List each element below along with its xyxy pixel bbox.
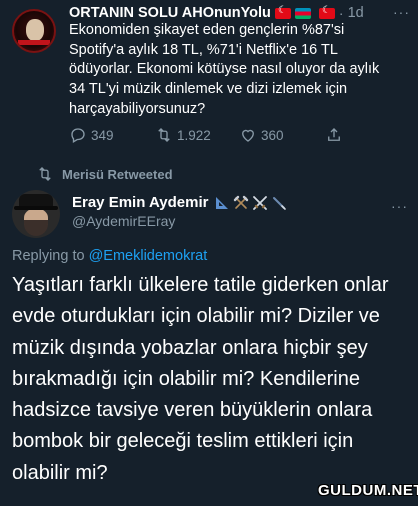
like-count: 360 [261, 127, 284, 143]
tweet-actions: 349 1.922 360 [69, 125, 369, 145]
separator: · [338, 5, 344, 21]
pen-icon [273, 196, 287, 210]
retweet-icon [158, 128, 170, 142]
replying-to-mention[interactable]: @Emeklidemokrat [89, 248, 208, 264]
tweet-text: Yaşıtları farklı ülkelere tatile giderke… [12, 274, 389, 484]
replying-to-prefix: Replying to [12, 248, 85, 264]
avatar[interactable] [12, 9, 56, 53]
original-tweet[interactable]: ORTANIN SOLU AHOnunYolu · 1d ··· Ekonomi… [0, 0, 418, 160]
avatar-beard [24, 220, 48, 236]
more-options-button[interactable]: ··· [393, 4, 410, 20]
avatar-banner [18, 40, 50, 45]
author-name[interactable]: Eray Emin Aydemir [72, 194, 208, 211]
name-emoji-set [214, 195, 287, 211]
share-button[interactable] [325, 126, 343, 144]
retweet-count: 1.922 [177, 127, 211, 143]
avatar[interactable] [12, 190, 60, 238]
avatar-hat-brim [14, 206, 58, 210]
tweet-text: Ekonomiden şikayet eden gençlerin %87'si… [69, 22, 380, 117]
retweet-notice-text[interactable]: Merisü Retweeted [62, 167, 173, 182]
more-options-button[interactable]: ··· [391, 198, 408, 214]
like-icon [242, 129, 254, 142]
crossed-swords-icon [253, 195, 268, 210]
avatar-face [26, 19, 44, 41]
share-icon [328, 128, 340, 141]
turkey-flag-icon [274, 5, 291, 19]
triangular-ruler-icon [216, 196, 229, 209]
tweet-header: Eray Emin Aydemir [72, 194, 287, 211]
azerbaijan-flag-icon [294, 7, 311, 19]
replying-to: Replying to @Emeklidemokrat [12, 248, 207, 264]
reply-tweet[interactable]: Eray Emin Aydemir @AydemirEEray ··· Repl… [0, 184, 418, 506]
tweet-header: ORTANIN SOLU AHOnunYolu · 1d [69, 4, 409, 22]
turkey-flag-icon [318, 5, 335, 19]
reply-count: 349 [91, 127, 114, 143]
timestamp[interactable]: 1d [348, 5, 364, 21]
reply-icon [71, 128, 85, 143]
author-handle[interactable]: @AydemirEEray [72, 213, 175, 229]
hammer-and-pick-icon [234, 195, 249, 209]
retweet-button[interactable]: 1.922 [155, 126, 239, 144]
author-name[interactable]: ORTANIN SOLU AHOnunYolu [69, 5, 271, 21]
like-button[interactable]: 360 [239, 126, 325, 144]
site-watermark: GULDUM.NET [318, 482, 418, 499]
reply-button[interactable]: 349 [69, 126, 155, 144]
retweet-notice: Merisü Retweeted [36, 165, 173, 183]
retweet-icon [39, 167, 51, 181]
